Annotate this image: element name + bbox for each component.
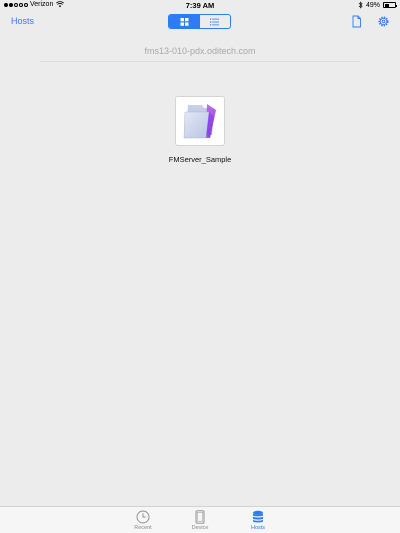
file-name-label: FMServer_Sample	[168, 155, 232, 164]
filemaker-folder-icon[interactable]	[175, 96, 225, 146]
battery-icon	[383, 2, 397, 8]
battery-fill	[384, 3, 390, 7]
view-mode-toggle	[168, 14, 231, 29]
new-document-icon[interactable]	[350, 15, 363, 28]
tab-hosts-label: Hosts	[250, 525, 266, 531]
tab-device-label: Device	[191, 525, 209, 531]
tab-hosts[interactable]: Hosts	[238, 510, 278, 531]
database-icon	[253, 510, 263, 523]
nav-right-actions	[350, 15, 390, 28]
file-tile[interactable]: FMServer_Sample	[161, 96, 239, 164]
tab-device[interactable]: Device	[180, 510, 220, 531]
nav-bar: Hosts	[0, 11, 400, 33]
tab-recent[interactable]: Recent	[123, 510, 163, 531]
status-bar: Verizon 7:39 AM 49%	[0, 0, 400, 11]
grid-icon	[180, 17, 189, 26]
grid-view-button[interactable]	[169, 15, 200, 28]
battery-percent: 49%	[365, 1, 380, 9]
tab-recent-label: Recent	[134, 525, 152, 531]
clock-icon	[136, 510, 150, 524]
filemaker-folder-graphic	[183, 104, 216, 139]
server-divider	[40, 61, 360, 62]
status-right: 49%	[358, 1, 397, 9]
hosts-back-button[interactable]: Hosts	[11, 16, 34, 26]
list-icon	[210, 18, 220, 25]
ipad-icon	[195, 510, 205, 524]
settings-gear-icon[interactable]	[377, 15, 390, 28]
tab-bar: Recent Device Hosts	[0, 506, 400, 533]
server-hostname: fms13-010-pdx.oditech.com	[144, 46, 256, 56]
list-view-button[interactable]	[200, 15, 231, 28]
clock-time: 7:39 AM	[185, 1, 215, 10]
bluetooth-icon	[358, 1, 363, 9]
